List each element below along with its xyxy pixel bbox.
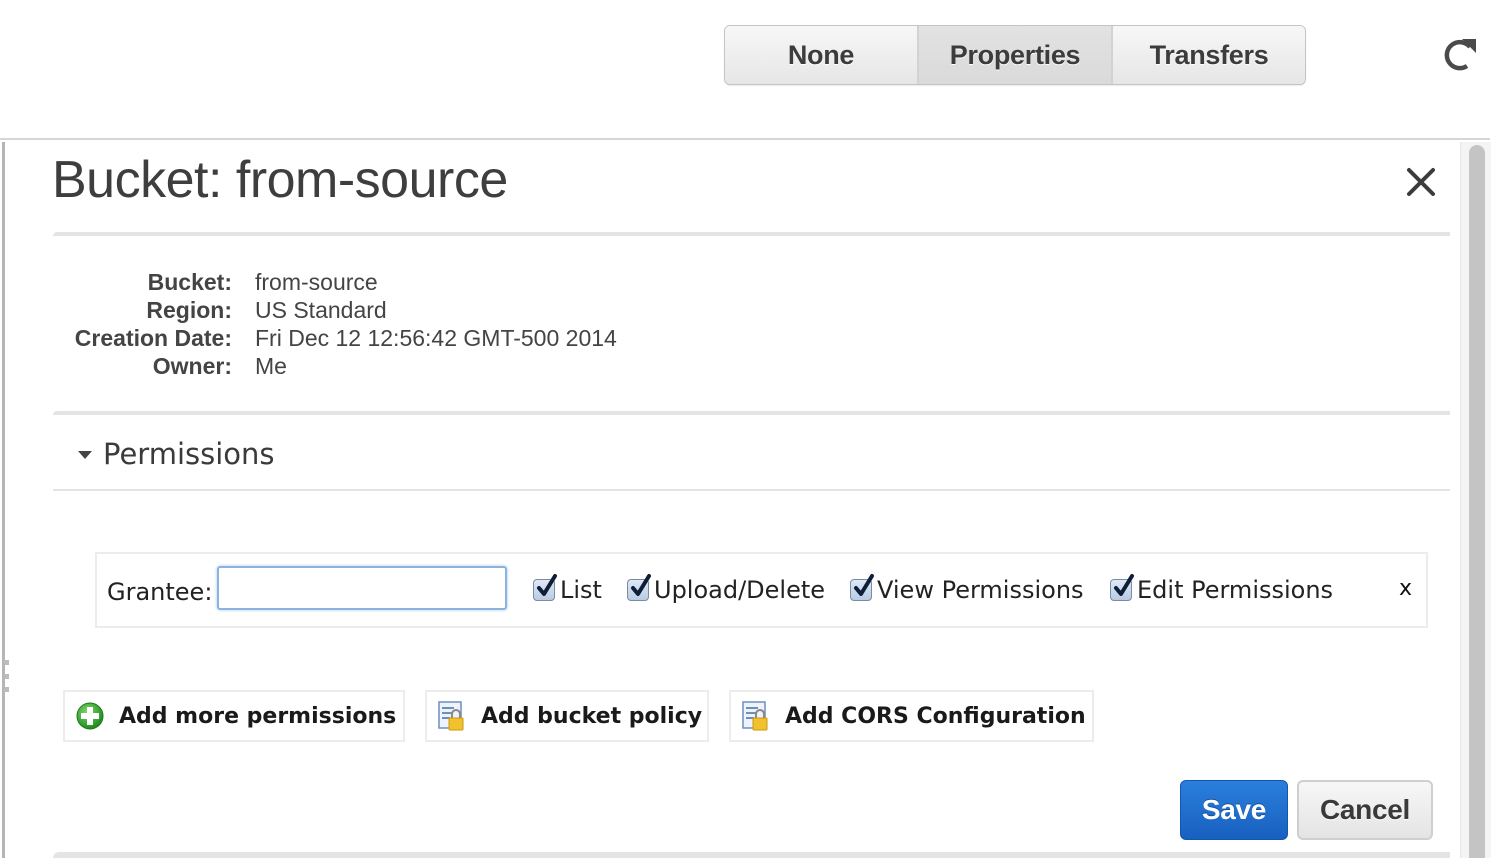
save-button[interactable]: Save: [1180, 780, 1288, 840]
close-icon[interactable]: [1404, 165, 1438, 199]
divider: [53, 411, 1450, 415]
add-more-permissions-button[interactable]: Add more permissions: [63, 690, 405, 742]
add-cors-configuration-button[interactable]: Add CORS Configuration: [729, 690, 1094, 742]
view-none-button[interactable]: None: [725, 26, 919, 84]
scrollbar-thumb[interactable]: [1469, 145, 1485, 858]
divider: [53, 852, 1450, 858]
divider: [53, 232, 1450, 236]
resize-handle[interactable]: [4, 660, 12, 692]
detail-value: US Standard: [255, 297, 387, 323]
grantee-permission-row: Grantee: List Upload/Delete View Permiss…: [95, 552, 1428, 628]
refresh-icon[interactable]: [1440, 35, 1478, 75]
action-label: Add CORS Configuration: [785, 703, 1086, 729]
checkbox-edit-permissions[interactable]: Edit Permissions: [1110, 574, 1334, 604]
view-transfers-button[interactable]: Transfers: [1113, 26, 1305, 84]
checkbox-label: Edit Permissions: [1137, 576, 1334, 604]
vertical-scrollbar[interactable]: [1460, 142, 1491, 858]
policy-lock-icon: [437, 700, 467, 732]
panel-title: Bucket: from-source: [52, 151, 508, 209]
checkbox-checked-icon[interactable]: [627, 574, 651, 601]
detail-row-owner: Owner: Me: [52, 352, 617, 380]
detail-label: Region:: [146, 297, 232, 323]
cancel-button[interactable]: Cancel: [1297, 780, 1433, 840]
checkbox-upload-delete[interactable]: Upload/Delete: [627, 574, 826, 604]
detail-value: Fri Dec 12 12:56:42 GMT-500 2014: [255, 325, 617, 351]
detail-label: Creation Date:: [74, 325, 232, 351]
checkbox-checked-icon[interactable]: [850, 574, 874, 601]
checkbox-view-permissions[interactable]: View Permissions: [850, 574, 1084, 604]
view-toggle-group: None Properties Transfers: [724, 25, 1306, 85]
detail-value: Me: [255, 353, 287, 379]
checkbox-label: Upload/Delete: [654, 576, 826, 604]
detail-label: Owner:: [152, 353, 232, 379]
grantee-input[interactable]: [217, 566, 507, 610]
permissions-section-toggle[interactable]: Permissions: [78, 437, 275, 471]
grantee-label: Grantee:: [107, 578, 213, 606]
checkbox-label: List: [560, 576, 602, 604]
panel-top-border: [0, 138, 1490, 140]
add-icon: [75, 701, 105, 731]
panel-left-border: [2, 142, 5, 858]
detail-row-creation-date: Creation Date: Fri Dec 12 12:56:42 GMT-5…: [52, 324, 617, 352]
policy-lock-icon: [741, 700, 771, 732]
detail-value: from-source: [255, 269, 378, 295]
remove-grantee-button[interactable]: x: [1399, 576, 1412, 601]
view-properties-button[interactable]: Properties: [919, 26, 1113, 84]
checkbox-list[interactable]: List: [533, 574, 602, 604]
detail-row-bucket: Bucket: from-source: [52, 268, 617, 296]
bucket-details: Bucket: from-source Region: US Standard …: [52, 268, 617, 380]
checkbox-label: View Permissions: [877, 576, 1084, 604]
expand-triangle-icon: [78, 451, 92, 459]
checkbox-checked-icon[interactable]: [533, 574, 557, 601]
divider: [53, 489, 1450, 491]
checkbox-checked-icon[interactable]: [1110, 574, 1134, 601]
permissions-title: Permissions: [103, 437, 275, 471]
action-label: Add bucket policy: [481, 703, 703, 729]
add-bucket-policy-button[interactable]: Add bucket policy: [425, 690, 709, 742]
detail-label: Bucket:: [147, 269, 232, 295]
action-label: Add more permissions: [119, 703, 397, 729]
detail-row-region: Region: US Standard: [52, 296, 617, 324]
